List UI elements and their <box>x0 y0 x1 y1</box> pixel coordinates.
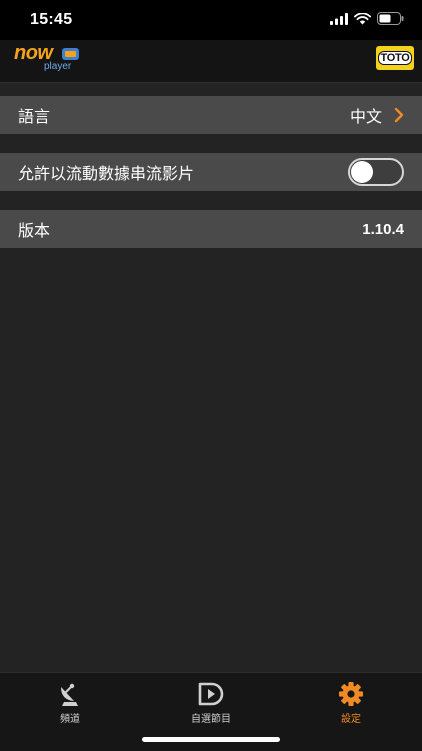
battery-icon <box>377 12 404 25</box>
tab-my-programs-label: 自選節目 <box>191 714 231 725</box>
toto-badge[interactable]: TOTO <box>376 46 414 70</box>
language-row[interactable]: 語言 中文 <box>0 96 422 134</box>
tab-settings-label: 設定 <box>341 714 361 725</box>
logo-player-text: player <box>44 61 72 72</box>
gear-icon <box>339 682 363 706</box>
tab-channels[interactable]: 頻道 <box>10 681 130 731</box>
satellite-dish-icon <box>61 683 78 706</box>
language-label: 語言 <box>18 107 51 126</box>
chevron-right-icon <box>394 107 404 123</box>
mobile-data-streaming-row: 允許以流動數據串流影片 <box>0 153 422 191</box>
status-icons <box>330 12 404 25</box>
status-bar: 15:45 <box>0 0 422 40</box>
app-header: now player TOTO <box>0 40 422 83</box>
mobile-data-streaming-toggle[interactable] <box>348 158 404 186</box>
language-value: 中文 <box>349 107 382 126</box>
mobile-data-streaming-label: 允許以流動數據串流影片 <box>18 164 195 183</box>
wifi-icon <box>354 12 371 24</box>
status-time: 15:45 <box>30 11 73 28</box>
version-row: 版本 1.10.4 <box>0 210 422 248</box>
tab-channels-label: 頻道 <box>60 714 80 725</box>
home-indicator <box>142 737 280 742</box>
now-player-logo[interactable]: now player <box>14 42 84 76</box>
tv-icon <box>62 48 79 60</box>
tab-my-programs[interactable]: 自選節目 <box>151 681 271 731</box>
tab-settings[interactable]: 設定 <box>291 681 411 731</box>
toggle-knob <box>351 161 373 183</box>
cellular-signal-icon <box>330 12 348 25</box>
toto-badge-text: TOTO <box>377 51 413 65</box>
play-circle-icon <box>198 682 224 706</box>
version-value: 1.10.4 <box>362 220 404 238</box>
version-label: 版本 <box>18 221 51 240</box>
